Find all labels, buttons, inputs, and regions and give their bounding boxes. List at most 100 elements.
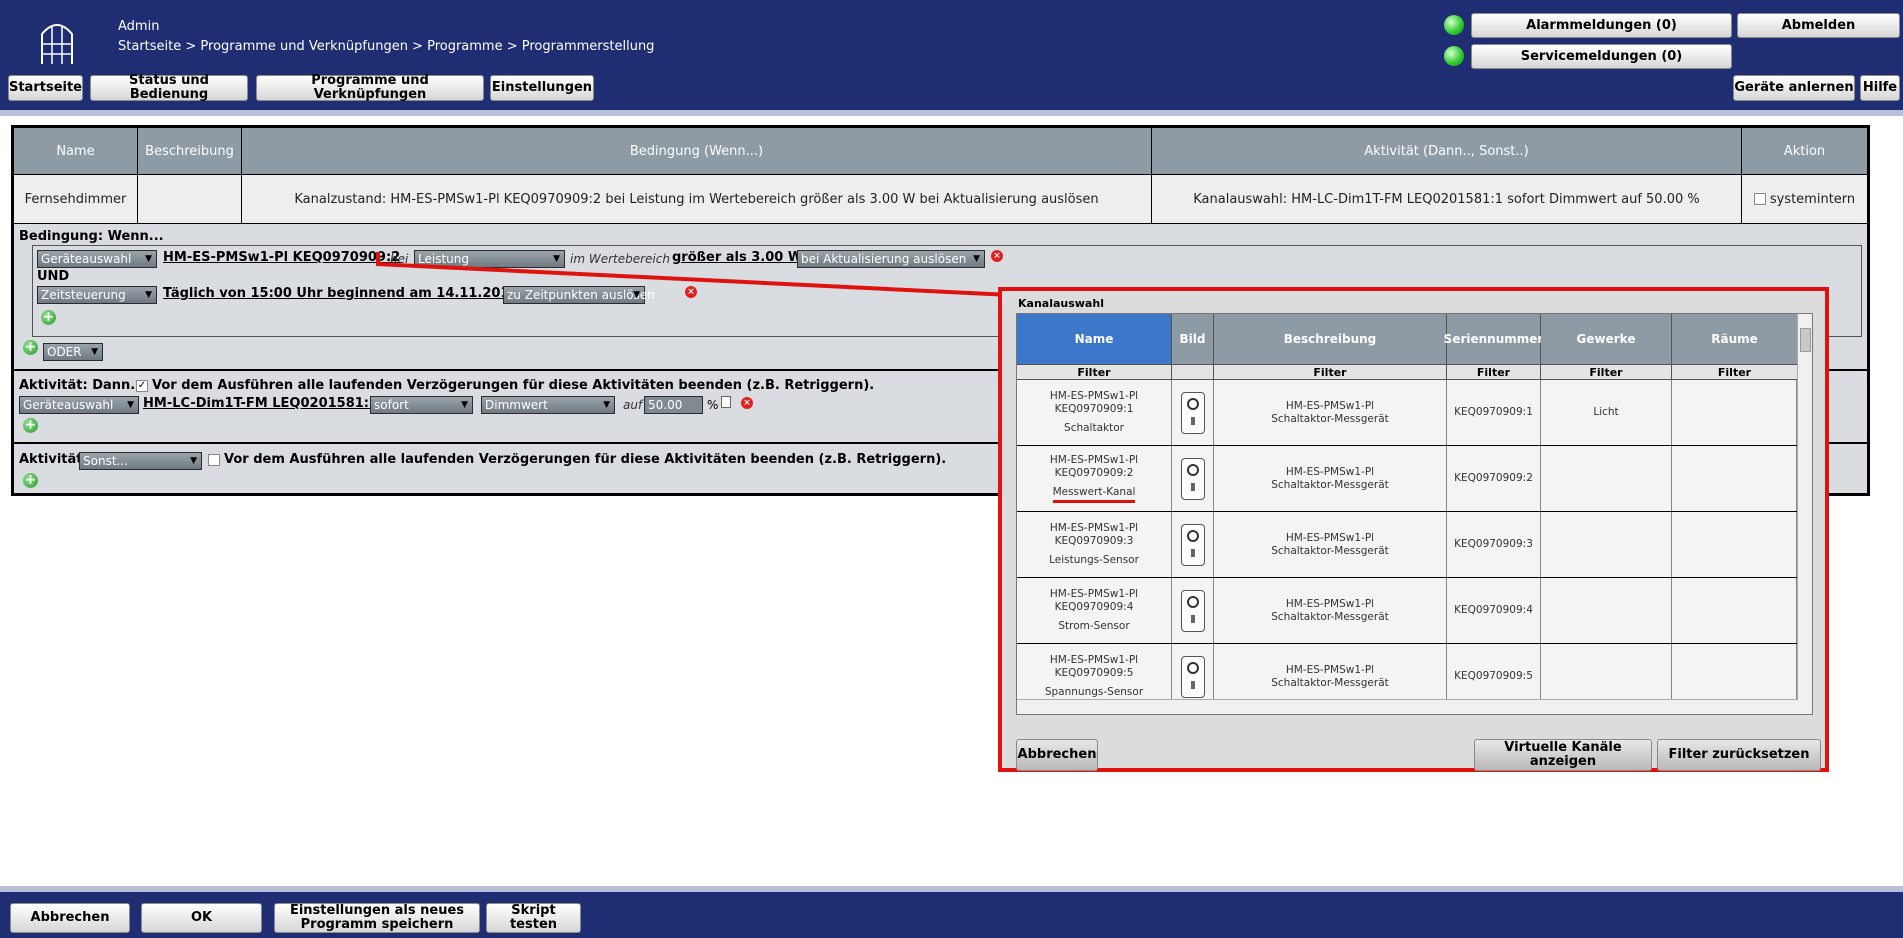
teach-devices-button[interactable]: Geräte anlernen (1733, 75, 1855, 101)
dropdown-arrow-icon: ▼ (145, 290, 152, 300)
schedule-type-value: Zeitsteuerung (41, 288, 126, 302)
service-messages-button[interactable]: Servicemeldungen (0) (1471, 44, 1732, 69)
filter-name[interactable]: Filter (1017, 364, 1172, 380)
nav-startseite-button[interactable]: Startseite (8, 75, 83, 101)
nav-status-button[interactable]: Status und Bedienung (90, 74, 248, 102)
schedule-type-select[interactable]: Zeitsteuerung ▼ (37, 286, 157, 304)
col-name-header[interactable]: Name (1017, 314, 1172, 364)
program-condition-summary: Kanalzustand: HM-ES-PMSw1-Pl KEQ0970909:… (242, 175, 1152, 223)
condition-title: Bedingung: Wenn... (19, 229, 164, 244)
nav-settings-button[interactable]: Einstellungen (490, 75, 594, 101)
reset-filter-button[interactable]: Filter zurücksetzen (1657, 739, 1821, 771)
remove-activity-icon[interactable]: × (741, 397, 753, 409)
channel-description: HM-ES-PMSw1-Pl Schaltaktor-Messgerät (1214, 446, 1447, 511)
channel-image-cell (1172, 512, 1214, 577)
col-header-action: Aktion (1783, 143, 1826, 159)
channel-type: Spannungs-Sensor (1044, 686, 1144, 698)
col-trade-header[interactable]: Gewerke (1541, 314, 1672, 364)
col-description-header[interactable]: Beschreibung (1214, 314, 1447, 364)
channel-name-cell: HM-ES-PMSw1-Pl KEQ0970909:3 Leistungs-Se… (1017, 512, 1172, 577)
dim-value-input[interactable]: 50.00 (644, 396, 703, 414)
scroll-thumb[interactable] (1800, 328, 1811, 352)
schedule-link[interactable]: Täglich von 15:00 Uhr beginnend am 14.11… (163, 286, 519, 301)
table-row[interactable]: HM-ES-PMSw1-Pl KEQ0970909:1 Schaltaktor … (1017, 380, 1797, 446)
range-label: im Wertebereich (570, 252, 670, 266)
dropdown-arrow-icon: ▼ (127, 400, 134, 410)
else-retrigger-checkbox[interactable] (208, 454, 220, 466)
activity-param-select[interactable]: Dimmwert ▼ (481, 396, 615, 414)
channel-serial: KEQ0970909:4 (1447, 578, 1541, 643)
logout-button[interactable]: Abmelden (1737, 13, 1900, 38)
save-as-new-program-button[interactable]: Einstellungen als neues Programm speiche… (274, 903, 480, 933)
then-retrigger-checkbox[interactable]: ✓ (136, 380, 148, 392)
add-activity-icon[interactable]: + (23, 418, 38, 433)
filter-description[interactable]: Filter (1214, 364, 1447, 380)
activity-device-link[interactable]: HM-LC-Dim1T-FM LEQ0201581:1 (143, 396, 378, 411)
show-virtual-channels-button[interactable]: Virtuelle Kanäle anzeigen (1474, 739, 1652, 771)
schedule-trigger-select[interactable]: zu Zeitpunkten auslösen ▼ (503, 286, 655, 304)
channel-type: Strom-Sensor (1058, 620, 1130, 632)
nav-programs-button[interactable]: Programme und Verknüpfungen (256, 74, 484, 102)
col-serial-header[interactable]: Seriennummer (1444, 314, 1543, 364)
program-description[interactable] (138, 175, 242, 223)
alarm-messages-button[interactable]: Alarmmeldungen (0) (1471, 13, 1732, 38)
remove-condition-icon[interactable]: × (991, 250, 1003, 262)
channel-trade (1541, 446, 1672, 511)
filter-serial[interactable]: Filter (1447, 364, 1541, 380)
help-button[interactable]: Hilfe (1860, 75, 1900, 101)
alarm-status-led-icon (1444, 15, 1464, 35)
header-bar: Admin Startseite > Programme und Verknüp… (0, 0, 1903, 110)
dialog-cancel-button[interactable]: Abbrechen (1016, 739, 1098, 771)
vertical-scrollbar[interactable] (1797, 314, 1812, 714)
channel-serial: KEQ0970909:3 (1447, 512, 1541, 577)
horizontal-scrollbar[interactable] (1017, 699, 1798, 714)
table-row[interactable]: HM-ES-PMSw1-Pl KEQ0970909:2 Messwert-Kan… (1017, 446, 1797, 512)
activity-type-select[interactable]: Geräteauswahl ▼ (19, 396, 139, 414)
test-script-button[interactable]: Skript testen (486, 903, 581, 933)
condition-type-value: Geräteauswahl (41, 252, 132, 266)
footer-bar: Abbrechen OK Einstellungen als neues Pro… (0, 892, 1903, 938)
else-retrigger-label: Vor dem Ausführen alle laufenden Verzöge… (224, 452, 947, 467)
channel-description: HM-ES-PMSw1-Pl Schaltaktor-Messgerät (1214, 512, 1447, 577)
add-or-condition-icon[interactable]: + (23, 340, 38, 355)
channel-name-cell: HM-ES-PMSw1-Pl KEQ0970909:2 Messwert-Kan… (1017, 446, 1172, 511)
unit-label: % (707, 398, 719, 412)
program-name[interactable]: Fernsehdimmer (14, 175, 138, 223)
table-row[interactable]: HM-ES-PMSw1-Pl KEQ0970909:4 Strom-Sensor… (1017, 578, 1797, 644)
or-select-value: ODER (47, 345, 82, 359)
filter-room[interactable]: Filter (1672, 364, 1798, 380)
systemintern-checkbox[interactable] (1753, 193, 1766, 205)
power-plug-device-icon (1180, 523, 1205, 566)
filter-trade[interactable]: Filter (1541, 364, 1672, 380)
condition-value-link[interactable]: größer als 3.00 W (672, 250, 802, 265)
activity-timing-select[interactable]: sofort ▼ (370, 396, 473, 414)
power-plug-device-icon (1180, 457, 1205, 500)
ok-button[interactable]: OK (141, 903, 262, 933)
col-image-header[interactable]: Bild (1172, 314, 1214, 364)
activity-type-value: Geräteauswahl (23, 398, 114, 412)
activity-timing-value: sofort (374, 398, 409, 412)
copy-icon[interactable] (721, 396, 731, 408)
add-else-activity-icon[interactable]: + (23, 473, 38, 488)
condition-device-link[interactable]: HM-ES-PMSw1-Pl KEQ0970909:2 (163, 250, 400, 265)
activity-param-value: Dimmwert (485, 398, 548, 412)
channel-table: Name Bild Beschreibung Seriennummer Gewe… (1016, 313, 1813, 715)
condition-type-select[interactable]: Geräteauswahl ▼ (37, 250, 157, 268)
highlight-marker (376, 252, 380, 266)
channel-type: Schaltaktor (1064, 422, 1124, 434)
condition-trigger-select[interactable]: bei Aktualisierung auslösen ▼ (797, 250, 985, 268)
remove-schedule-icon[interactable]: × (685, 286, 697, 298)
else-select[interactable]: Sonst... ▼ (79, 452, 202, 470)
table-row: Fernsehdimmer Kanalzustand: HM-ES-PMSw1-… (14, 174, 1867, 224)
dropdown-arrow-icon: ▼ (190, 456, 197, 466)
col-room-header[interactable]: Räume (1672, 314, 1798, 364)
add-and-condition-icon[interactable]: + (41, 310, 56, 325)
cancel-button[interactable]: Abbrechen (10, 903, 130, 933)
dropdown-arrow-icon: ▼ (91, 347, 98, 357)
table-row[interactable]: HM-ES-PMSw1-Pl KEQ0970909:3 Leistungs-Se… (1017, 512, 1797, 578)
channel-room (1672, 512, 1797, 577)
or-select[interactable]: ODER ▼ (43, 343, 103, 361)
channel-type: Leistungs-Sensor (1049, 554, 1139, 566)
service-status-led-icon (1444, 46, 1464, 66)
channel-trade (1541, 512, 1672, 577)
